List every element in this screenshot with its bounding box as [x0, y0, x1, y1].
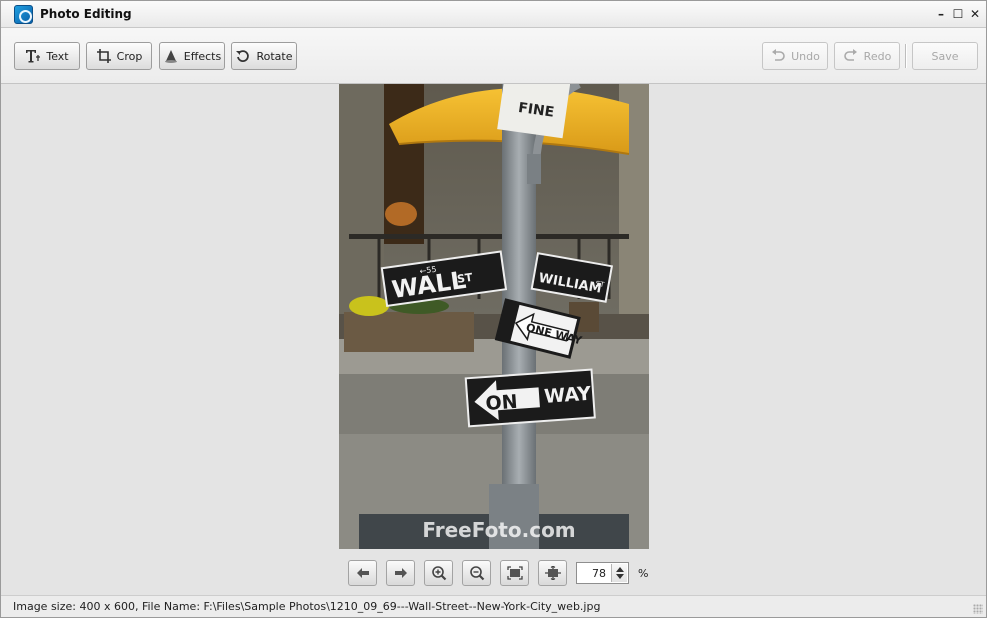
photo-preview[interactable]: FINE WALL ST ←55 WILLIAM ST ONE WAY ON W…: [339, 84, 649, 549]
close-button[interactable]: ✕: [967, 6, 983, 22]
toolbar-separator: [905, 44, 907, 68]
window-title: Photo Editing: [40, 7, 132, 21]
zoom-out-button[interactable]: [462, 560, 491, 586]
undo-button-label: Undo: [791, 49, 820, 63]
zoom-out-icon: [469, 566, 484, 581]
sign-oneway-2a-text: ON: [485, 391, 519, 415]
previous-button[interactable]: [348, 560, 377, 586]
redo-button[interactable]: Redo: [834, 42, 900, 70]
crop-icon: [96, 48, 112, 64]
title-bar[interactable]: Photo Editing – ☐ ✕: [1, 1, 986, 28]
text-button-label: Text: [46, 49, 69, 63]
zoom-level-value: 78: [592, 567, 606, 580]
save-button-label: Save: [931, 49, 959, 63]
fit-to-window-button[interactable]: [500, 560, 529, 586]
effects-button[interactable]: Effects: [159, 42, 225, 70]
redo-icon: [843, 48, 859, 64]
status-text: Image size: 400 x 600, File Name: F:\Fil…: [13, 600, 601, 613]
sign-wall-st-text: ST: [456, 271, 474, 286]
photo-editing-window: Photo Editing – ☐ ✕ Text Crop Effects Ro…: [0, 0, 987, 618]
actual-size-icon: [544, 566, 561, 580]
photo-image: FINE WALL ST ←55 WILLIAM ST ONE WAY ON W…: [339, 84, 649, 549]
redo-button-label: Redo: [863, 49, 892, 63]
undo-icon: [770, 48, 786, 64]
resize-grip-icon[interactable]: [973, 604, 983, 614]
actual-size-button[interactable]: [538, 560, 567, 586]
app-logo-icon: [14, 5, 33, 24]
zoom-in-button[interactable]: [424, 560, 453, 586]
image-canvas[interactable]: FINE WALL ST ←55 WILLIAM ST ONE WAY ON W…: [1, 84, 986, 595]
next-button[interactable]: [386, 560, 415, 586]
zoom-level-input[interactable]: 78: [576, 562, 629, 584]
sign-oneway-2b-text: WAY: [543, 383, 591, 408]
save-button[interactable]: Save: [912, 42, 978, 70]
stepper-up-icon[interactable]: [616, 567, 624, 572]
text-button[interactable]: Text: [14, 42, 80, 70]
zoom-unit-label: %: [638, 567, 649, 580]
zoom-in-icon: [431, 566, 446, 581]
photo-watermark: FreeFoto.com: [422, 518, 575, 542]
arrow-right-icon: [394, 568, 407, 578]
text-icon: [25, 48, 41, 64]
minimize-button[interactable]: –: [933, 6, 949, 22]
maximize-button[interactable]: ☐: [950, 6, 966, 22]
status-bar: Image size: 400 x 600, File Name: F:\Fil…: [1, 595, 986, 617]
rotate-button[interactable]: Rotate: [231, 42, 297, 70]
effects-button-label: Effects: [183, 49, 222, 63]
crop-button[interactable]: Crop: [86, 42, 152, 70]
undo-button[interactable]: Undo: [762, 42, 828, 70]
zoom-stepper[interactable]: [611, 564, 627, 582]
crop-button-label: Crop: [116, 49, 143, 63]
rotate-icon: [235, 48, 251, 64]
toolbar: Text Crop Effects Rotate Undo Redo Save: [1, 28, 986, 84]
effects-icon: [163, 48, 179, 64]
arrow-left-icon: [356, 568, 369, 578]
stepper-down-icon[interactable]: [616, 574, 624, 579]
rotate-button-label: Rotate: [256, 49, 293, 63]
fit-screen-icon: [506, 566, 523, 580]
